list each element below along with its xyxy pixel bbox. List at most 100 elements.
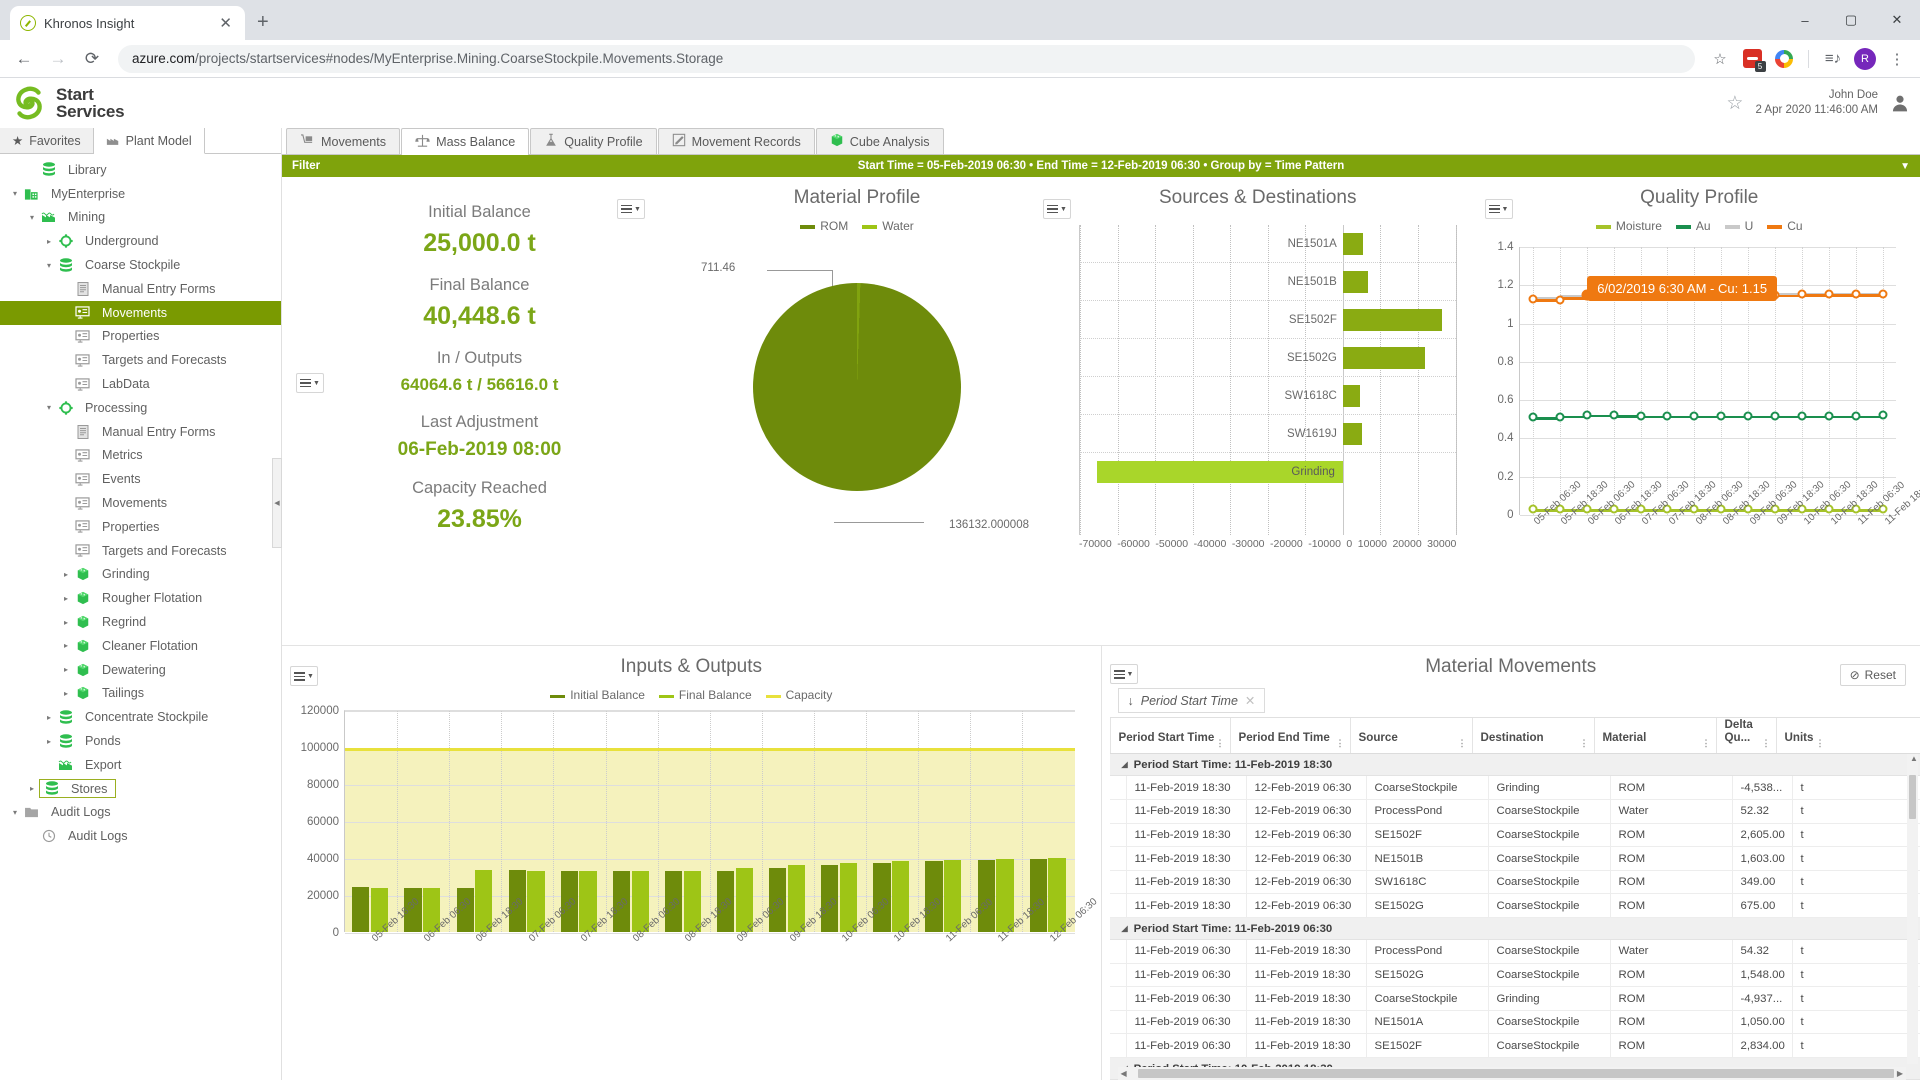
address-bar[interactable]: azure.com/projects/startservices#nodes/M… bbox=[118, 44, 1695, 73]
expand-toggle-icon[interactable]: ▾ bbox=[25, 213, 39, 222]
tree-node-concentrate-stockpile[interactable]: ▸ Concentrate Stockpile bbox=[0, 705, 281, 729]
tree-node-events[interactable]: Events bbox=[0, 467, 281, 491]
tab-movement-records[interactable]: Movement Records bbox=[657, 128, 815, 154]
expand-toggle-icon[interactable]: ▾ bbox=[8, 808, 22, 817]
group-collapse-icon[interactable]: ◢ bbox=[1122, 760, 1128, 769]
bar[interactable] bbox=[352, 886, 370, 933]
bar-row[interactable]: SW1619J bbox=[1080, 415, 1456, 453]
data-point[interactable] bbox=[1609, 410, 1619, 419]
favorite-star-icon[interactable]: ☆ bbox=[1726, 92, 1743, 115]
scroll-right-icon[interactable]: ▶ bbox=[1894, 1069, 1906, 1078]
bar[interactable] bbox=[1029, 858, 1047, 933]
group-header-row[interactable]: ◢ Period Start Time: 11-Feb-2019 06:30 bbox=[1109, 918, 1920, 941]
tree-node-mining[interactable]: ▾ Mining bbox=[0, 206, 281, 230]
tree-node-movements[interactable]: Movements bbox=[0, 300, 281, 325]
scroll-up-icon[interactable]: ▲ bbox=[1907, 754, 1918, 763]
column-header-delta-qu-[interactable]: Delta Qu... ⋮ bbox=[1715, 718, 1776, 754]
expand-toggle-icon[interactable]: ▸ bbox=[25, 784, 39, 793]
forward-icon[interactable]: → bbox=[44, 45, 72, 73]
table-vertical-scrollbar[interactable]: ▲ bbox=[1907, 754, 1918, 1064]
tree-node-myenterprise[interactable]: ▾ MyEnterprise bbox=[0, 182, 281, 206]
expand-toggle-icon[interactable]: ▸ bbox=[59, 618, 73, 627]
chevron-down-icon[interactable]: ▼ bbox=[1900, 161, 1910, 172]
column-menu-icon[interactable]: ⋮ bbox=[1762, 739, 1771, 748]
tab-cube-analysis[interactable]: Cube Analysis bbox=[815, 128, 944, 154]
data-point[interactable] bbox=[1797, 289, 1807, 299]
close-window-button[interactable]: ✕ bbox=[1874, 0, 1920, 40]
column-header-period-end-time[interactable]: Period End Time ⋮ bbox=[1229, 718, 1350, 754]
bar-row[interactable]: NE1501B bbox=[1080, 263, 1456, 301]
quality-profile-chart[interactable]: 0 0.2 0.4 0.6 0.8 1 1.2 1.4 6/02/2019 6:3… bbox=[1498, 241, 1896, 521]
column-menu-icon[interactable]: ⋮ bbox=[1336, 739, 1345, 748]
column-header-material[interactable]: Material ⋮ bbox=[1593, 718, 1716, 754]
data-point[interactable] bbox=[1582, 410, 1592, 419]
tree-node-library[interactable]: Library bbox=[0, 158, 281, 182]
material-movements-table[interactable]: Period Start Time ⋮ Period End Time ⋮ So… bbox=[1109, 717, 1920, 1080]
profile-avatar[interactable]: R bbox=[1852, 46, 1878, 72]
scrollbar-thumb[interactable] bbox=[1909, 775, 1916, 820]
bar[interactable] bbox=[1342, 270, 1368, 293]
sidebar-collapse-handle[interactable]: ◀ bbox=[272, 458, 282, 548]
data-point[interactable] bbox=[1555, 295, 1565, 305]
bar[interactable] bbox=[1342, 232, 1363, 255]
data-point[interactable] bbox=[1555, 412, 1565, 422]
group-collapse-icon[interactable]: ◢ bbox=[1122, 924, 1128, 933]
data-point[interactable] bbox=[1662, 411, 1672, 421]
column-menu-icon[interactable]: ⋮ bbox=[1458, 739, 1467, 748]
browser-tab[interactable]: Khronos Insight ✕ bbox=[10, 6, 245, 40]
tree-node-processing[interactable]: ▾ Processing bbox=[0, 396, 281, 420]
tree-node-audit-logs[interactable]: Audit Logs bbox=[0, 824, 281, 848]
table-row[interactable]: 11-Feb-2019 06:30 11-Feb-2019 18:30 SE1502… bbox=[1109, 1034, 1920, 1058]
data-point[interactable] bbox=[1528, 412, 1538, 422]
data-point[interactable] bbox=[1878, 289, 1888, 299]
data-point[interactable] bbox=[1743, 411, 1753, 421]
expand-toggle-icon[interactable]: ▸ bbox=[42, 713, 56, 722]
data-point[interactable] bbox=[1770, 411, 1780, 421]
data-point[interactable] bbox=[1824, 289, 1834, 299]
sources-destinations-chart[interactable]: NE1501A NE1501B SE1502F SE1502G SW1618C SW161… bbox=[1079, 225, 1457, 535]
pie-chart[interactable]: 711.46 136132.000008 bbox=[677, 237, 1037, 567]
data-point[interactable] bbox=[1851, 411, 1861, 421]
tree-node-metrics[interactable]: Metrics bbox=[0, 444, 281, 468]
tab-quality-profile[interactable]: Quality Profile bbox=[530, 128, 657, 154]
filter-bar[interactable]: Filter Start Time = 05-Feb-2019 06:30 • … bbox=[282, 155, 1920, 177]
tree-node-audit-logs[interactable]: ▾ Audit Logs bbox=[0, 801, 281, 825]
close-tab-icon[interactable]: ✕ bbox=[216, 14, 235, 32]
quality-profile-menu-icon[interactable]: ▼ bbox=[1484, 199, 1513, 219]
table-horizontal-scrollbar[interactable]: ◀ ▶ bbox=[1117, 1067, 1906, 1080]
data-point[interactable] bbox=[1716, 411, 1726, 421]
bar-row[interactable]: SE1502F bbox=[1080, 301, 1456, 339]
expand-toggle-icon[interactable]: ▾ bbox=[42, 261, 56, 270]
expand-toggle-icon[interactable]: ▸ bbox=[59, 689, 73, 698]
tree-node-movements[interactable]: Movements bbox=[0, 491, 281, 515]
data-point[interactable] bbox=[1824, 411, 1834, 421]
tree-node-ponds[interactable]: ▸ Ponds bbox=[0, 729, 281, 753]
tree-node-coarse-stockpile[interactable]: ▾ Coarse Stockpile bbox=[0, 253, 281, 277]
bookmark-star-icon[interactable]: ☆ bbox=[1707, 46, 1733, 72]
data-point[interactable] bbox=[1689, 411, 1699, 421]
column-header-period-start-time[interactable]: Period Start Time ⋮ bbox=[1109, 718, 1230, 754]
extension-red-icon[interactable]: 5 bbox=[1739, 46, 1766, 72]
sources-destinations-menu-icon[interactable]: ▼ bbox=[1043, 199, 1071, 219]
tree-node-manual-entry-forms[interactable]: Manual Entry Forms bbox=[0, 420, 281, 444]
table-row[interactable]: 11-Feb-2019 18:30 12-Feb-2019 06:30 SW1618… bbox=[1109, 870, 1920, 895]
group-header-row[interactable]: ◢ Period Start Time: 11-Feb-2019 18:30 bbox=[1109, 754, 1920, 777]
data-point[interactable] bbox=[1636, 411, 1646, 421]
table-row[interactable]: 11-Feb-2019 06:30 11-Feb-2019 18:30 Coarse… bbox=[1109, 987, 1920, 1011]
table-row[interactable]: 11-Feb-2019 06:30 11-Feb-2019 18:30 NE1501… bbox=[1109, 1010, 1920, 1035]
table-row[interactable]: 11-Feb-2019 06:30 11-Feb-2019 18:30 Proces… bbox=[1109, 940, 1920, 964]
tree-node-dewatering[interactable]: ▸ Dewatering bbox=[0, 658, 281, 682]
tree-node-grinding[interactable]: ▸ Grinding bbox=[0, 563, 281, 587]
h-scrollbar-thumb[interactable] bbox=[1137, 1069, 1894, 1078]
tab-mass-balance[interactable]: Mass Balance bbox=[401, 128, 530, 155]
column-header-source[interactable]: Source ⋮ bbox=[1349, 718, 1472, 754]
bar[interactable] bbox=[1342, 422, 1363, 445]
tree-node-targets-and-forecasts[interactable]: Targets and Forecasts bbox=[0, 348, 281, 372]
scroll-left-icon[interactable]: ◀ bbox=[1118, 1069, 1130, 1078]
sidebar-tab-plant-model[interactable]: Plant Model bbox=[93, 128, 205, 154]
table-row[interactable]: 11-Feb-2019 18:30 12-Feb-2019 06:30 NE1501… bbox=[1109, 847, 1920, 871]
tree-node-export[interactable]: Export bbox=[0, 753, 281, 777]
column-menu-icon[interactable]: ⋮ bbox=[1216, 739, 1225, 748]
bar[interactable] bbox=[1342, 346, 1426, 369]
expand-toggle-icon[interactable]: ▸ bbox=[59, 594, 73, 603]
